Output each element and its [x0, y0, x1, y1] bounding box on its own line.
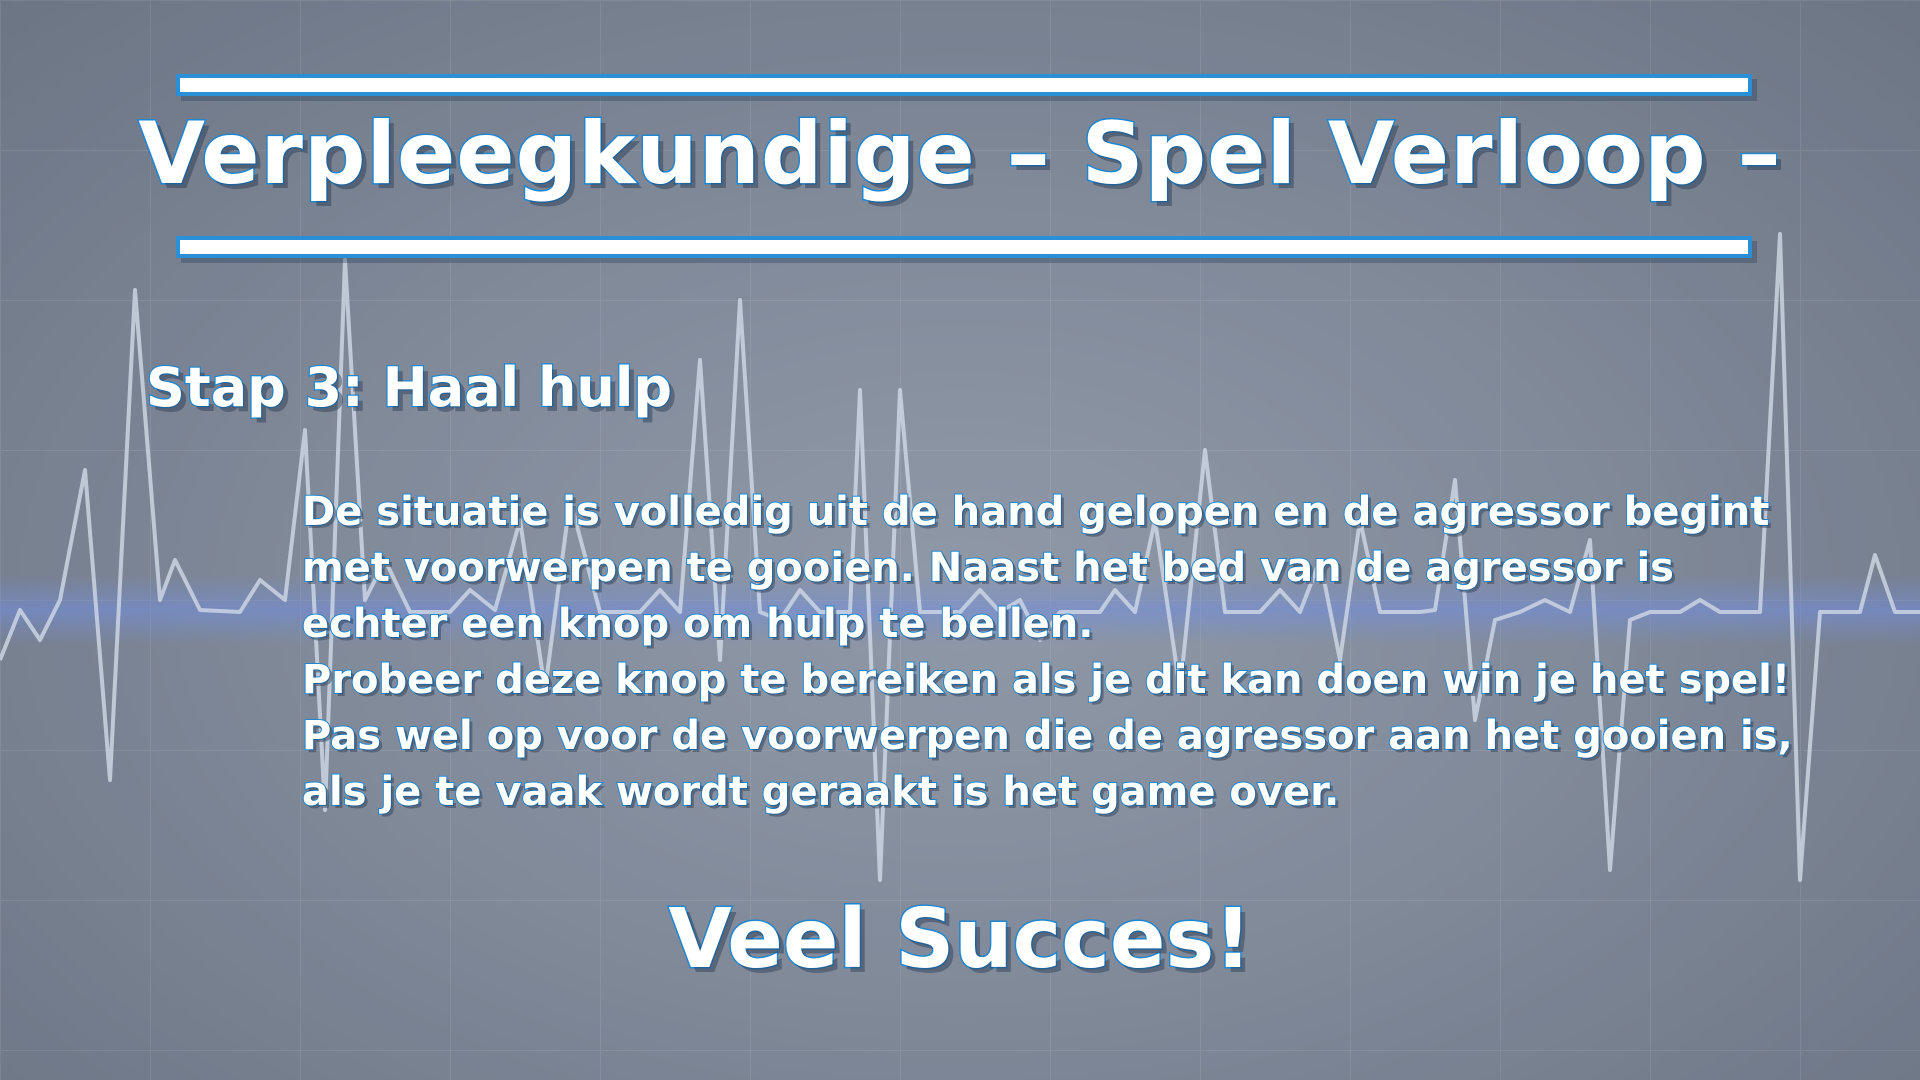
header-bottom-rule	[176, 236, 1752, 258]
page-title: Verpleegkundige – Spel Verloop –	[137, 103, 1782, 206]
description-line: De situatie is volledig uit de hand gelo…	[301, 488, 1770, 536]
description-line: Pas wel op voor de voorwerpen die de agr…	[301, 712, 1794, 760]
description-line: met voorwerpen te gooien. Naast het bed …	[301, 544, 1675, 592]
step-description: De situatie is volledig uit de hand gelo…	[301, 484, 1802, 820]
step-heading: Stap 3: Haal hulp	[145, 355, 674, 421]
description-line: echter een knop om hulp te bellen.	[301, 600, 1094, 648]
description-line: als je te vaak wordt geraakt is het game…	[301, 768, 1340, 816]
header-top-rule	[176, 74, 1752, 96]
description-line: Probeer deze knop te bereiken als je dit…	[301, 656, 1791, 704]
closing-message: Veel Succes!	[667, 891, 1253, 989]
